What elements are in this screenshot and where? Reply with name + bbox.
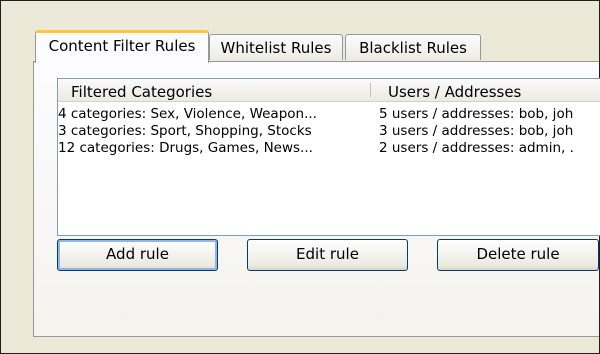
delete-rule-button[interactable]: Delete rule — [437, 239, 599, 271]
column-header-users-addresses[interactable]: Users / Addresses — [388, 83, 521, 101]
tab-blacklist-rules[interactable]: Blacklist Rules — [345, 34, 481, 60]
tab-panel: Filtered Categories Users / Addresses 4 … — [33, 61, 600, 337]
column-divider[interactable] — [370, 83, 371, 97]
tab-content-filter-rules[interactable]: Content Filter Rules — [35, 30, 209, 63]
row-categories: 12 categories: Drugs, Games, News... — [58, 140, 313, 156]
row-users: 3 users / addresses: bob, joh — [379, 123, 574, 139]
list-item[interactable]: 3 categories: Sport, Shopping, Stocks 3 … — [58, 123, 600, 140]
list-header: Filtered Categories Users / Addresses — [58, 79, 600, 102]
row-users: 2 users / addresses: admin, . — [379, 140, 574, 156]
dialog-window: Content Filter Rules Whitelist Rules Bla… — [0, 0, 600, 354]
edit-rule-button[interactable]: Edit rule — [247, 239, 408, 271]
column-header-filtered-categories[interactable]: Filtered Categories — [71, 83, 212, 101]
list-item[interactable]: 12 categories: Drugs, Games, News... 2 u… — [58, 140, 600, 157]
list-item[interactable]: 4 categories: Sex, Violence, Weapon... 5… — [58, 106, 600, 123]
row-users: 5 users / addresses: bob, joh — [379, 106, 574, 122]
tab-whitelist-rules[interactable]: Whitelist Rules — [209, 34, 343, 60]
rules-list[interactable]: Filtered Categories Users / Addresses 4 … — [57, 78, 600, 236]
row-categories: 3 categories: Sport, Shopping, Stocks — [58, 123, 312, 139]
add-rule-button[interactable]: Add rule — [57, 239, 218, 271]
row-categories: 4 categories: Sex, Violence, Weapon... — [58, 106, 317, 122]
